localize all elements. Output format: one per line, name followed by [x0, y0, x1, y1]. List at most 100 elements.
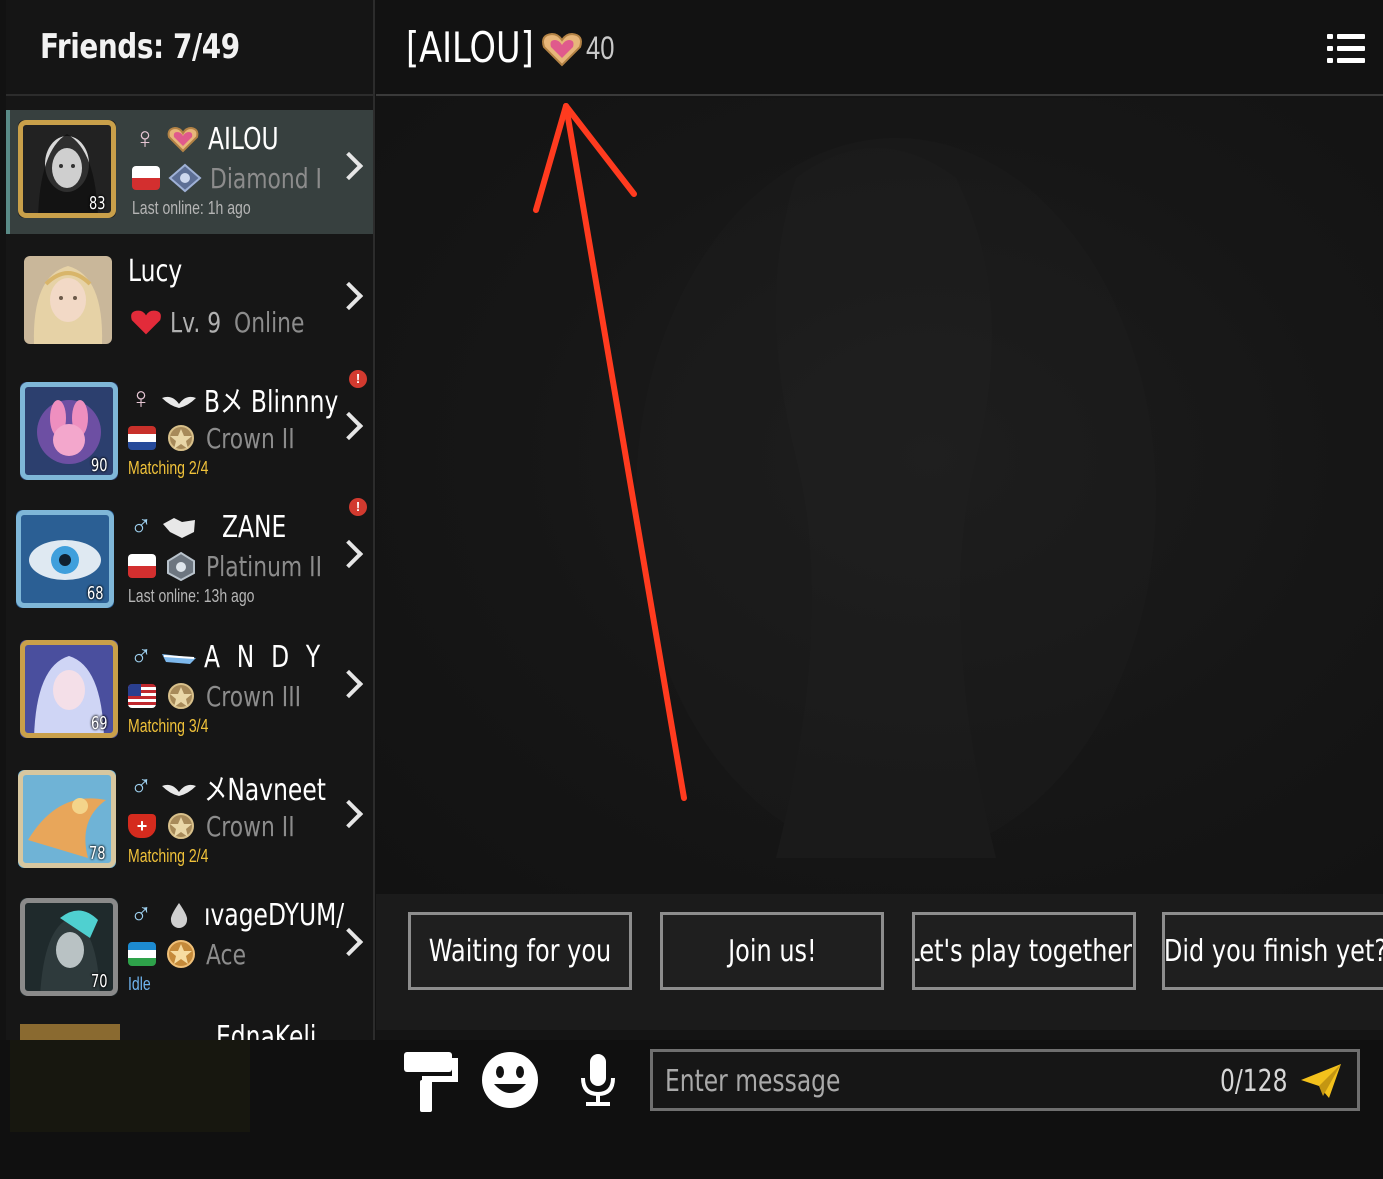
rank-crown-icon: [168, 813, 194, 839]
avatar: 69: [20, 640, 118, 738]
quick-reply-button[interactable]: Let's play together!: [912, 912, 1136, 990]
paint-roller-icon[interactable]: [402, 1050, 460, 1114]
friend-row-ailou[interactable]: 83 ♀ AILOU Diamond I Last online: 1h ago: [6, 110, 373, 234]
friend-rank: Crown III: [206, 679, 302, 713]
quick-reply-label: Let's play together!: [912, 933, 1136, 969]
notification-badge: !: [349, 498, 367, 516]
background-overlay: [10, 1040, 250, 1132]
avatar-level: 83: [89, 193, 106, 214]
chat-header: [AILOU] 40: [376, 0, 1383, 96]
friend-online-status: Online: [233, 305, 305, 339]
chat-messages-area: [376, 98, 1383, 894]
flag-icon: [128, 942, 156, 966]
send-icon[interactable]: [1299, 1062, 1343, 1100]
friends-count-title: Friends: 7/49: [40, 27, 240, 67]
chevron-right-icon[interactable]: [334, 411, 364, 441]
microphone-icon[interactable]: [578, 1052, 618, 1110]
chevron-right-icon[interactable]: [334, 669, 364, 699]
avatar-level: 70: [91, 971, 108, 992]
friend-name: AILOU: [208, 121, 279, 157]
male-icon: ♂: [129, 770, 153, 803]
rank-crown-icon: [168, 683, 194, 709]
friends-header: Friends: 7/49: [6, 0, 373, 96]
crown-wings-icon: [162, 396, 196, 408]
heart-icon: [131, 310, 161, 335]
rank-diamond-icon: [168, 163, 202, 193]
avatar: 83: [18, 120, 116, 218]
friend-name: Lucy: [128, 253, 183, 289]
avatar-level: 69: [91, 713, 108, 734]
character-count: 0/128: [1219, 1064, 1287, 1099]
friend-row-vagedyum[interactable]: 70 ♂ ıvageDYUM/ Ace Idle: [6, 886, 373, 1010]
rank-ace-icon: [167, 940, 195, 968]
friend-status: Matching 2/4: [128, 458, 209, 478]
chevron-right-icon[interactable]: [334, 799, 364, 829]
friend-rank: Ace: [206, 937, 247, 971]
heart-icon: [542, 32, 582, 67]
friend-name: メNavneet: [204, 773, 326, 808]
rank-platinum-icon: [167, 551, 195, 581]
emoji-icon[interactable]: [480, 1050, 540, 1110]
female-icon: ♀: [133, 122, 157, 155]
chevron-right-icon[interactable]: [334, 281, 364, 311]
quick-reply-button[interactable]: Did you finish yet?: [1162, 912, 1383, 990]
friend-row-ednakeli[interactable]: EdnaKeli: [6, 1014, 373, 1040]
flag-icon: [128, 426, 156, 450]
quick-reply-label: Did you finish yet?: [1163, 933, 1383, 969]
avatar: 78: [18, 770, 116, 868]
friend-name: A N D Y: [204, 639, 325, 675]
friend-row-lucy[interactable]: Lucy Lv. 9 Online: [6, 240, 373, 364]
friend-status: Matching 2/4: [128, 846, 209, 866]
intimacy-value: 40: [586, 30, 615, 66]
avatar-level: 78: [89, 843, 106, 864]
friend-status: Idle: [128, 974, 151, 994]
quick-replies-bar: Waiting for you Join us! Let's play toge…: [376, 894, 1383, 1030]
notification-badge: !: [349, 370, 367, 388]
message-input[interactable]: Enter message 0/128: [650, 1049, 1360, 1111]
avatar-level: 90: [91, 455, 108, 476]
handshake-icon: [163, 518, 195, 538]
flag-icon: +: [128, 814, 156, 838]
female-icon: ♀: [129, 382, 153, 415]
friend-rank: Crown II: [206, 421, 295, 455]
friend-row-blinnny[interactable]: 90 ♀ Bメ Blinnny Crown II Matching 2/4 !: [6, 370, 373, 494]
friend-level: Lv. 9: [170, 305, 222, 339]
male-icon: ♂: [129, 898, 153, 931]
menu-icon[interactable]: [1327, 32, 1365, 64]
flag-icon: [128, 684, 156, 708]
male-icon: ♂: [129, 640, 153, 673]
avatar: [24, 256, 112, 344]
chat-recipient-name: [AILOU]: [406, 22, 534, 72]
friends-panel: Friends: 7/49 83 ♀ AILOU Diamond I Last …: [6, 0, 375, 1040]
avatar: [20, 1024, 120, 1040]
friend-name: ıvageDYUM/: [204, 897, 345, 933]
friend-rank: Platinum II: [206, 549, 323, 583]
friend-row-andy[interactable]: 69 ♂ A N D Y Crown III Matching 3/4: [6, 628, 373, 752]
friend-status: Last online: 13h ago: [128, 586, 255, 606]
avatar-level: 68: [87, 583, 104, 604]
crown-wings-icon: [162, 784, 196, 796]
male-icon: ♂: [129, 510, 153, 543]
friend-row-zane[interactable]: 68 ♂ ZANE Platinum II Last online: 13h a…: [6, 498, 373, 622]
quick-reply-button[interactable]: Waiting for you: [408, 912, 632, 990]
avatar: 90: [20, 382, 118, 480]
drop-icon: [170, 903, 188, 928]
chat-panel: [AILOU] 40 Waiting for you Join us! Let'…: [376, 0, 1383, 1040]
rank-crown-icon: [168, 425, 194, 451]
quick-reply-label: Join us!: [727, 933, 817, 969]
avatar: 70: [20, 898, 118, 996]
quick-reply-button[interactable]: Join us!: [660, 912, 884, 990]
message-placeholder: Enter message: [665, 1064, 841, 1099]
wings-icon: [162, 654, 196, 664]
friend-name: ZANE: [222, 509, 287, 545]
friend-status: Matching 3/4: [128, 716, 209, 736]
friend-rank: Diamond I: [210, 161, 323, 195]
friend-status: Last online: 1h ago: [132, 198, 251, 218]
friend-name: Bメ Blinnny: [204, 385, 339, 420]
friend-rank: Crown II: [206, 809, 295, 843]
heart-icon: [167, 126, 199, 153]
flag-icon: [132, 166, 160, 190]
friend-name: EdnaKeli: [216, 1020, 317, 1040]
flag-icon: [128, 554, 156, 578]
friend-row-navneet[interactable]: 78 ♂ メNavneet + Crown II Matching 2/4: [6, 758, 373, 882]
